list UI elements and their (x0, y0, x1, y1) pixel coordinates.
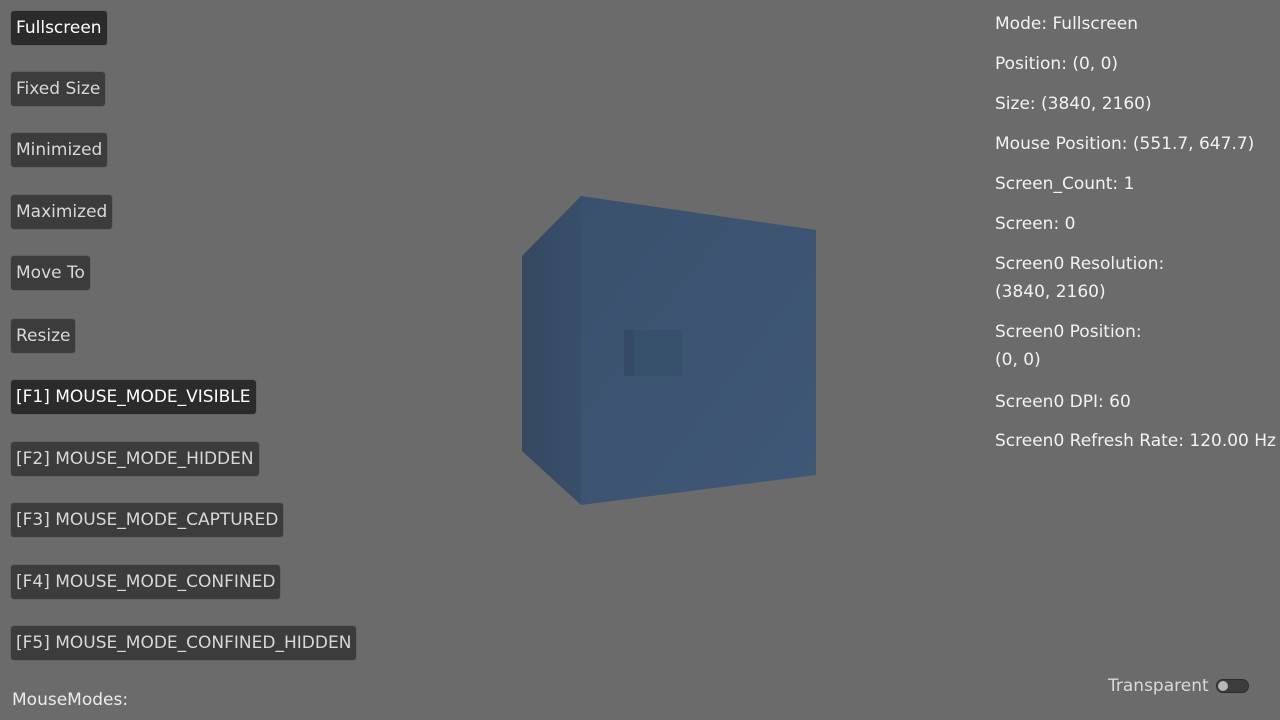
size-info: Size: (3840, 2160) (995, 94, 1152, 114)
cube-front-face (581, 196, 816, 505)
mouse-mode-hidden-button[interactable]: [F2] MOUSE_MODE_HIDDEN (11, 442, 259, 476)
screen0-dpi-info: Screen0 DPI: 60 (995, 392, 1131, 412)
mouse-mode-confined-hidden-button[interactable]: [F5] MOUSE_MODE_CONFINED_HIDDEN (11, 626, 357, 660)
toggle-knob (1217, 681, 1228, 691)
screen0-refresh-rate-info: Screen0 Refresh Rate: 120.00 Hz (995, 431, 1276, 451)
screen0-resolution-label: Screen0 Resolution: (995, 254, 1165, 274)
mousemodes-label: MouseModes: (12, 690, 129, 710)
transparent-label: Transparent (1108, 676, 1209, 696)
mouse-mode-confined-button[interactable]: [F4] MOUSE_MODE_CONFINED (11, 565, 281, 599)
screen0-position-value: (0, 0) (995, 350, 1041, 370)
mouse-mode-captured-button[interactable]: [F3] MOUSE_MODE_CAPTURED (11, 503, 284, 537)
maximized-button[interactable]: Maximized (11, 195, 113, 229)
mouse-mode-visible-button[interactable]: [F1] MOUSE_MODE_VISIBLE (11, 380, 256, 414)
mode-info: Mode: Fullscreen (995, 14, 1139, 34)
cube-side-face (522, 196, 581, 505)
minimized-button[interactable]: Minimized (11, 133, 108, 167)
resize-button[interactable]: Resize (11, 319, 76, 353)
position-info: Position: (0, 0) (995, 54, 1119, 74)
screen0-position-label: Screen0 Position: (995, 322, 1142, 342)
transparent-toggle[interactable] (1215, 679, 1249, 693)
move-to-button[interactable]: Move To (11, 256, 90, 290)
cube-viewport (522, 196, 816, 505)
screen0-resolution-value: (3840, 2160) (995, 282, 1106, 302)
small-cube-face (634, 330, 682, 376)
fullscreen-button[interactable]: Fullscreen (11, 11, 107, 45)
transparent-toggle-row[interactable]: Transparent (1108, 672, 1249, 700)
screen-count-info: Screen_Count: 1 (995, 174, 1135, 194)
screen-info: Screen: 0 (995, 214, 1076, 234)
mouse-position-info: Mouse Position: (551.7, 647.7) (995, 134, 1255, 154)
fixed-size-button[interactable]: Fixed Size (11, 72, 106, 106)
